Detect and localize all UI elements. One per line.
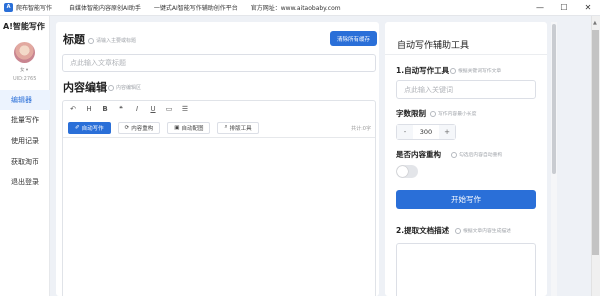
auto-write-button[interactable]: ✐ 自动写作	[68, 121, 111, 134]
clear-cache-button[interactable]: 清除所有缓存	[330, 31, 377, 46]
panel-scrollbar-thumb[interactable]	[552, 24, 556, 174]
word-limit-value[interactable]: 300	[413, 125, 439, 139]
rebuild-toggle[interactable]	[396, 165, 418, 178]
extract-description-label: 2.提取文档描述	[396, 226, 450, 235]
auto-write-section-label: 1.自动写作工具	[396, 66, 450, 75]
layout-tool-button[interactable]: ⌕ 排版工具	[217, 121, 259, 134]
info-icon	[451, 151, 457, 158]
user-id: UID:2765	[13, 76, 37, 82]
extract-description-hint: 根据文章内容生成描述	[455, 227, 511, 234]
panel-title: 自动写作辅助工具	[397, 41, 470, 51]
info-icon	[450, 67, 456, 74]
bold-icon[interactable]: B	[101, 105, 109, 113]
auto-write-section-hint: 根据关键词写作文章	[450, 67, 501, 74]
title-hint: 请输入主要或标题	[88, 37, 136, 44]
word-count: 共计:0字	[351, 126, 371, 132]
gender-selector[interactable]: 女 ▾	[20, 67, 28, 73]
refresh-icon: ⟳	[124, 124, 130, 131]
sidebar-item-get-coins[interactable]: 获取淘币	[0, 152, 50, 172]
window-slogan-1: 自媒体智能内容原创AI助手	[69, 5, 141, 12]
start-writing-button[interactable]: 开始写作	[396, 190, 536, 209]
window-website: 官方网址：www.aitaobaby.com	[250, 5, 341, 12]
word-limit-label: 字数限制	[396, 109, 426, 118]
info-icon	[455, 227, 461, 234]
scroll-up-icon[interactable]: ▲	[593, 20, 597, 26]
rebuild-hint: 勾选后内容自动重构	[451, 151, 502, 158]
content-rebuild-button[interactable]: ⟳ 内容重构	[117, 121, 161, 134]
undo-icon[interactable]: ↶	[69, 105, 77, 113]
content-editor[interactable]: ↶ H B ❝ I U ▭ ☰ ✐ 自动写作 ⟳ 内容重构 ▣ 自动配图 ⌕ 排…	[62, 100, 376, 296]
editor-card: 标题 请输入主要或标题 清除所有缓存 点此输入文章标题 内容编辑 内容编辑区 ↶…	[56, 22, 379, 296]
underline-icon[interactable]: U	[149, 105, 157, 113]
avatar[interactable]	[14, 42, 35, 63]
minimize-icon[interactable]: —	[528, 0, 552, 16]
window-controls: — ☐ ✕	[528, 0, 600, 16]
brand-logo: A!智能写作	[3, 22, 45, 31]
word-limit-hint: 写作内容最小长度	[430, 110, 476, 117]
window-app-name: 爬布智能写作	[16, 5, 53, 12]
window-slogan-2: 一键式AI智能写作辅助创作平台	[153, 5, 238, 12]
heading-icon[interactable]: H	[85, 105, 93, 113]
app-logo-icon: A	[4, 3, 13, 12]
italic-icon[interactable]: I	[133, 105, 141, 113]
sidebar-item-usage-history[interactable]: 使用记录	[0, 131, 50, 151]
window-title-bar: A 爬布智能写作 自媒体智能内容原创AI助手 一键式AI智能写作辅助创作平台 官…	[0, 0, 600, 16]
title-label: 标题	[63, 33, 85, 46]
sidebar-item-editor[interactable]: 编辑器	[0, 90, 50, 110]
keyword-input[interactable]: 点此输入关键词	[396, 80, 536, 99]
quote-icon[interactable]: ❝	[117, 105, 125, 113]
content-hint: 内容编辑区	[108, 84, 141, 91]
rebuild-label: 是否内容重构	[396, 150, 441, 159]
content-label: 内容编辑	[63, 81, 107, 94]
sidebar: A!智能写作 女 ▾ UID:2765 编辑器 批量写作 使用记录 获取淘币 退…	[0, 16, 50, 296]
close-icon[interactable]: ✕	[576, 0, 600, 16]
pen-icon: ✐	[75, 124, 80, 131]
auto-image-button[interactable]: ▣ 自动配图	[167, 121, 211, 134]
align-icon[interactable]: ☰	[181, 105, 189, 113]
increment-button[interactable]: +	[439, 125, 455, 139]
maximize-icon[interactable]: ☐	[552, 0, 576, 16]
sidebar-item-batch-writing[interactable]: 批量写作	[0, 110, 50, 130]
picture-icon: ▣	[174, 124, 180, 131]
description-textarea[interactable]	[396, 243, 536, 296]
info-icon	[430, 110, 436, 117]
image-icon[interactable]: ▭	[165, 105, 173, 113]
ai-tools-bar: ✐ 自动写作 ⟳ 内容重构 ▣ 自动配图 ⌕ 排版工具	[63, 118, 375, 138]
toggle-knob	[397, 166, 408, 177]
info-icon	[88, 37, 94, 44]
title-input[interactable]: 点此输入文章标题	[62, 54, 376, 72]
word-limit-stepper: - 300 +	[396, 124, 456, 140]
window-scrollbar-thumb[interactable]	[592, 30, 599, 255]
info-icon	[108, 84, 114, 91]
writing-assistant-panel: 自动写作辅助工具 1.自动写作工具 根据关键词写作文章 点此输入关键词 字数限制…	[385, 22, 547, 296]
decrement-button[interactable]: -	[397, 125, 413, 139]
sidebar-item-logout[interactable]: 退出登录	[0, 172, 50, 192]
layout-icon: ⌕	[224, 124, 228, 130]
divider	[385, 54, 547, 55]
format-toolbar: ↶ H B ❝ I U ▭ ☰	[63, 101, 375, 117]
